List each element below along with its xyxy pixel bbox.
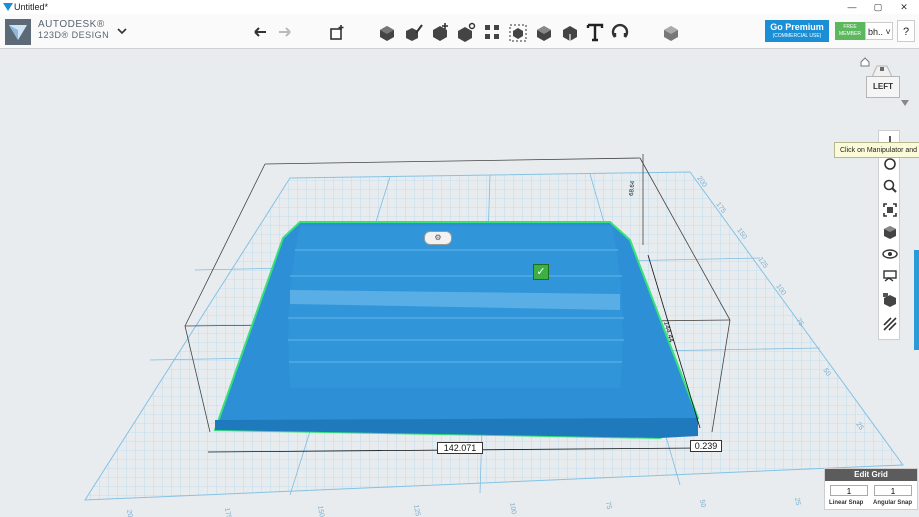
text-icon[interactable] bbox=[584, 21, 606, 43]
grouping-icon[interactable] bbox=[507, 21, 529, 43]
free-badge-line2: MEMBER bbox=[839, 31, 861, 37]
visibility-settings-icon[interactable] bbox=[881, 267, 899, 285]
minimize-icon[interactable]: — bbox=[839, 0, 865, 14]
edit-grid-button[interactable]: Edit Grid bbox=[825, 469, 917, 481]
material-icon[interactable] bbox=[660, 21, 682, 43]
title-bar: Untitled* — ▢ ✕ bbox=[0, 0, 919, 15]
zoom-icon[interactable] bbox=[881, 177, 899, 195]
wireframe-icon[interactable] bbox=[881, 315, 899, 333]
ruler-bottom-0: 200 bbox=[125, 509, 134, 517]
angular-snap-input[interactable]: 1 bbox=[874, 485, 912, 496]
ruler-bottom-7: 25 bbox=[793, 497, 801, 506]
help-button[interactable]: ? bbox=[897, 20, 915, 42]
premium-subtitle: (COMMERCIAL USE) bbox=[772, 33, 822, 39]
navigation-bar bbox=[878, 130, 900, 340]
undo-icon[interactable] bbox=[249, 21, 271, 43]
chevron-down-icon[interactable] bbox=[115, 24, 129, 38]
eye-icon[interactable] bbox=[881, 245, 899, 263]
free-member-badge: FREE MEMBER bbox=[835, 22, 865, 40]
combine-icon[interactable] bbox=[533, 21, 555, 43]
ruler-bottom-1: 175 bbox=[223, 507, 232, 517]
ruler-bottom-2: 150 bbox=[316, 505, 325, 517]
material-view-icon[interactable] bbox=[881, 291, 899, 309]
chevron-down-icon: ˅ bbox=[885, 27, 891, 37]
view-cube-menu-icon[interactable] bbox=[901, 100, 909, 106]
close-icon[interactable]: ✕ bbox=[891, 0, 917, 14]
side-panel-tab[interactable] bbox=[914, 250, 919, 350]
angular-snap-label: Angular Snap bbox=[873, 500, 913, 506]
manipulator-handle[interactable]: ⚙ bbox=[424, 231, 452, 245]
free-badge-line1: FREE bbox=[843, 24, 857, 30]
window-title: Untitled* bbox=[14, 2, 49, 12]
linear-snap-label: Linear Snap bbox=[829, 500, 864, 506]
primitives-icon[interactable] bbox=[376, 21, 398, 43]
length-dimension-field[interactable]: 142.071 bbox=[437, 442, 483, 454]
home-view-icon[interactable] bbox=[858, 54, 872, 68]
height-dimension-field[interactable]: 0.239 bbox=[690, 440, 722, 452]
view-cube-face[interactable]: LEFT bbox=[866, 76, 900, 98]
brand-name: AUTODESK® bbox=[38, 19, 105, 30]
view-cube[interactable]: LEFT bbox=[860, 57, 909, 106]
premium-title: Go Premium bbox=[770, 22, 824, 32]
sketch-icon[interactable] bbox=[403, 21, 425, 43]
tooltip: Click on Manipulator and d bbox=[834, 142, 919, 158]
brand: AUTODESK® 123D® DESIGN bbox=[38, 19, 110, 41]
user-menu[interactable]: bh.. ˅ bbox=[865, 22, 893, 40]
linear-snap-input[interactable]: 1 bbox=[830, 485, 868, 496]
go-premium-button[interactable]: Go Premium (COMMERCIAL USE) bbox=[765, 20, 829, 42]
fit-icon[interactable] bbox=[881, 201, 899, 219]
modify-icon[interactable] bbox=[455, 21, 477, 43]
pattern-icon[interactable] bbox=[481, 21, 503, 43]
snap-icon[interactable] bbox=[609, 21, 631, 43]
ruler-bottom-4: 100 bbox=[508, 502, 517, 515]
ruler-bottom-6: 50 bbox=[698, 499, 706, 508]
user-name: bh.. bbox=[868, 27, 884, 37]
ruler-bottom-3: 125 bbox=[412, 504, 421, 517]
ruler-bottom-5: 75 bbox=[604, 501, 612, 510]
product-name: 123D® DESIGN bbox=[38, 30, 110, 40]
app-logo-icon[interactable] bbox=[5, 19, 31, 45]
edit-grid-panel: Edit Grid 1 1 Linear Snap Angular Snap bbox=[824, 468, 918, 510]
app-icon bbox=[3, 3, 13, 11]
checkmark-icon[interactable]: ✓ bbox=[533, 264, 549, 280]
main-toolbar: AUTODESK® 123D® DESIGN Go Premium (COMME… bbox=[0, 14, 919, 49]
redo-icon[interactable] bbox=[274, 21, 296, 43]
maximize-icon[interactable]: ▢ bbox=[865, 0, 891, 14]
viewport[interactable]: 200 175 150 125 100 75 50 25 200 175 150… bbox=[0, 49, 919, 517]
perspective-icon[interactable] bbox=[881, 223, 899, 241]
transform-icon[interactable] bbox=[326, 21, 348, 43]
construct-icon[interactable] bbox=[429, 21, 451, 43]
measure-icon[interactable] bbox=[559, 21, 581, 43]
